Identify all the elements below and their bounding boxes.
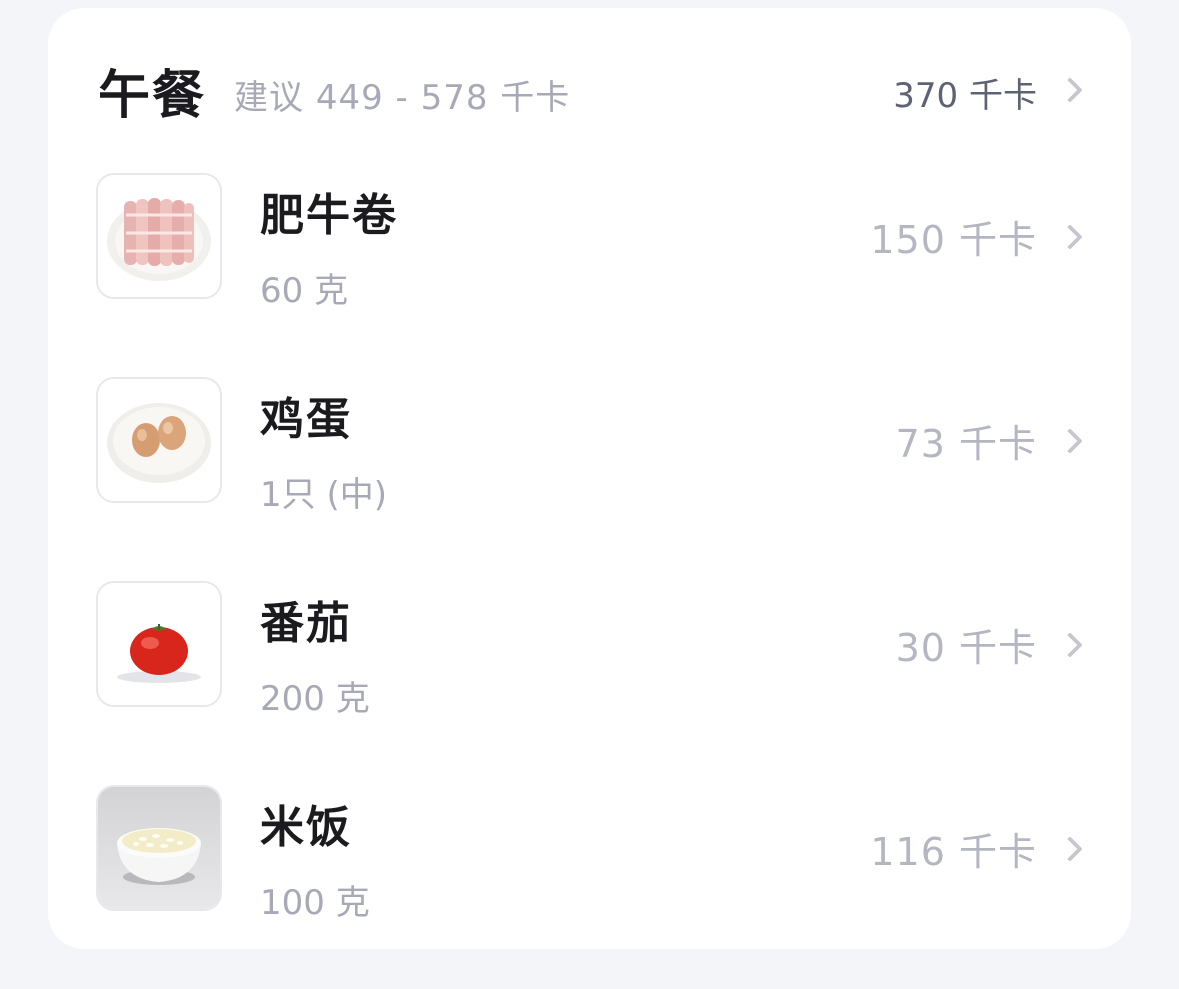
meal-title: 午餐 — [98, 65, 207, 126]
chevron-right-icon — [1057, 835, 1083, 862]
food-item-eggs[interactable]: 鸡蛋 1只 (中) 73 千卡 — [96, 377, 1085, 581]
meal-total: 370 千卡 — [893, 75, 1037, 116]
food-amount: 1只 (中) — [260, 475, 387, 515]
food-item-beef-rolls[interactable]: 肥牛卷 60 克 150 千卡 — [96, 173, 1085, 377]
meal-header: 午餐 建议 449 - 578 千卡 370 千卡 — [98, 48, 1085, 132]
rice-bowl-image — [96, 785, 222, 911]
food-calories: 30 千卡 — [895, 626, 1037, 670]
food-amount: 200 克 — [260, 679, 370, 719]
food-calories: 116 千卡 — [870, 830, 1037, 874]
food-amount: 60 克 — [260, 271, 349, 311]
eggs-image — [96, 377, 222, 503]
meal-suggestion: 建议 449 - 578 千卡 — [234, 77, 571, 118]
food-name: 番茄 — [260, 598, 352, 649]
food-calories: 150 千卡 — [870, 218, 1037, 262]
chevron-right-icon — [1057, 223, 1083, 250]
beef-rolls-image — [96, 173, 222, 299]
tomato-image — [96, 581, 222, 707]
food-calories: 73 千卡 — [895, 422, 1037, 466]
food-name: 米饭 — [260, 802, 352, 853]
meal-card: 午餐 建议 449 - 578 千卡 370 千卡 肥牛卷 60 克 150 千… — [48, 8, 1131, 949]
chevron-right-icon — [1057, 427, 1083, 454]
food-list: 肥牛卷 60 克 150 千卡 鸡蛋 1只 (中) 73 千卡 番茄 200 克… — [96, 173, 1085, 989]
food-item-tomato[interactable]: 番茄 200 克 30 千卡 — [96, 581, 1085, 785]
meal-total-button[interactable]: 370 千卡 — [893, 64, 1085, 117]
chevron-right-icon — [1057, 631, 1083, 658]
food-item-rice[interactable]: 米饭 100 克 116 千卡 — [96, 785, 1085, 989]
food-amount: 100 克 — [260, 883, 370, 923]
food-name: 肥牛卷 — [260, 190, 398, 241]
food-name: 鸡蛋 — [260, 394, 352, 445]
chevron-right-icon — [1057, 77, 1083, 103]
